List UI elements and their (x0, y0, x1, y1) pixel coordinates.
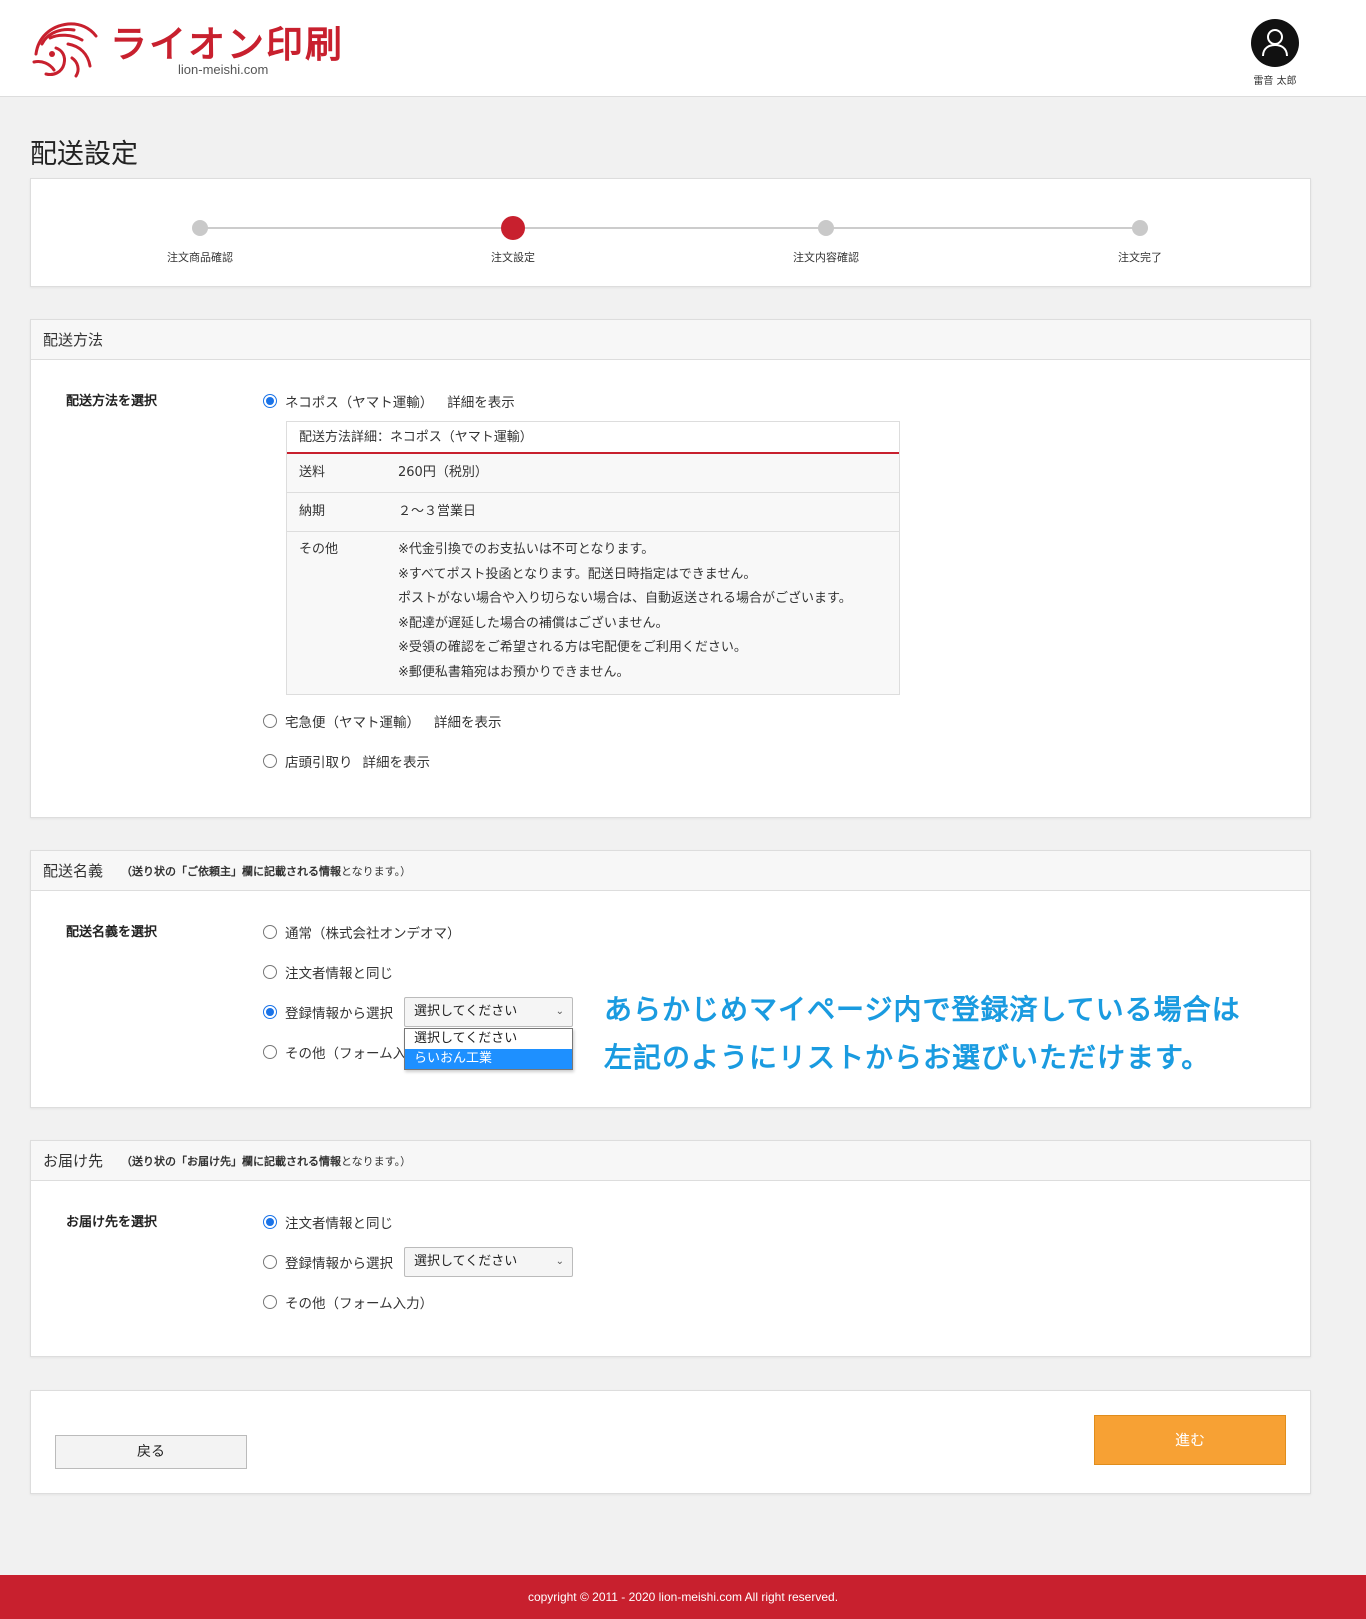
radio-button[interactable] (263, 1255, 277, 1269)
logo-text[interactable]: ライオン印刷 (110, 14, 344, 68)
option-label: その他（フォーム入力） (285, 1296, 434, 1312)
option-label: 登録情報から選択 (285, 1256, 393, 1272)
section-note: （送り状の「お届け先」欄に記載される情報となります。） (121, 1153, 411, 1169)
note-line: ※配達が遅延した場合の補償はございません。 (398, 615, 669, 631)
note-suffix: となります。） (341, 864, 412, 878)
step-3-label: 注文内容確認 (793, 251, 859, 264)
note-line: ポストがない場合や入り切らない場合は、自動返送される場合がございます。 (398, 591, 852, 607)
section-note: （送り状の「ご依頼主」欄に記載される情報となります。） (121, 863, 411, 879)
sender-dropdown-list[interactable]: 選択してください らいおん工業 (404, 1028, 573, 1070)
section-title: お届け先 (43, 1152, 104, 1170)
note-emphasis: （送り状の「ご依頼主」欄に記載される情報 (121, 864, 342, 878)
option-label: ネコポス（ヤマト運輸） (285, 395, 434, 411)
section-header: 配送名義 （送り状の「ご依頼主」欄に記載される情報となります。） (31, 851, 1310, 891)
user-avatar[interactable] (1251, 19, 1299, 67)
radio-button[interactable] (263, 394, 277, 408)
option-label: 登録情報から選択 (285, 1006, 393, 1022)
note-line: ※郵便私書箱宛はお預かりできません。 (398, 664, 630, 680)
show-details-link[interactable]: 詳細を表示 (447, 391, 515, 411)
radio-button[interactable] (263, 965, 277, 979)
shipping-option-nekopos[interactable]: ネコポス（ヤマト運輸） 詳細を表示 (263, 391, 515, 411)
note-suffix: となります。） (341, 1154, 412, 1168)
step-1-dot (192, 220, 208, 236)
note-line: ※受領の確認をご希望される方は宅配便をご利用ください。 (398, 640, 747, 656)
site-footer: copyright © 2011 - 2020 lion-meishi.com … (0, 1575, 1366, 1619)
sender-option-registered[interactable]: 登録情報から選択 (263, 1002, 393, 1022)
delivery-destination-section: お届け先 （送り状の「お届け先」欄に記載される情報となります。） お届け先を選択… (30, 1140, 1311, 1357)
destination-option-other-form[interactable]: その他（フォーム入力） (263, 1292, 433, 1312)
chevron-down-icon: ⌄ (555, 1256, 564, 1267)
annotation-callout-line1: あらかじめマイページ内で登録済している場合は (604, 993, 1241, 1026)
destination-option-registered[interactable]: 登録情報から選択 (263, 1252, 393, 1272)
radio-button[interactable] (263, 1295, 277, 1309)
section-title: 配送方法 (43, 331, 104, 349)
option-label: 注文者情報と同じ (285, 1216, 393, 1232)
radio-button[interactable] (263, 1215, 277, 1229)
detail-row-other: その他 ※代金引換でのお支払いは不可となります。 ※すべてポスト投函となります。… (287, 532, 899, 694)
section-header: 配送方法 (31, 320, 1310, 360)
lion-logo-icon[interactable] (28, 14, 102, 80)
next-button[interactable]: 進む (1094, 1415, 1286, 1465)
option-label: 宅急便（ヤマト運輸） (285, 715, 420, 731)
row-label: 配送方法を選択 (66, 394, 158, 409)
step-3-dot (818, 220, 834, 236)
note-emphasis: （送り状の「お届け先」欄に記載される情報 (121, 1154, 342, 1168)
shipping-option-takkyubin[interactable]: 宅急便（ヤマト運輸） 詳細を表示 (263, 711, 502, 731)
step-4-label: 注文完了 (1118, 251, 1162, 264)
form-actions: 戻る 進む (30, 1390, 1311, 1494)
section-header: お届け先 （送り状の「お届け先」欄に記載される情報となります。） (31, 1141, 1310, 1181)
dropdown-option[interactable]: 選択してください (405, 1029, 572, 1049)
page-title: 配送設定 (30, 139, 138, 170)
destination-option-same-as-orderer[interactable]: 注文者情報と同じ (263, 1212, 393, 1232)
shipping-detail-panel: 配送方法詳細：ネコポス（ヤマト運輸） 送料 260円（税別） 納期 ２～３営業日… (286, 421, 900, 695)
detail-row-leadtime: 納期 ２～３営業日 (287, 493, 899, 532)
detail-row-fee: 送料 260円（税別） (287, 454, 899, 493)
section-title: 配送名義 (43, 862, 104, 880)
step-2-label: 注文設定 (491, 251, 535, 264)
select-value: 選択してください (414, 1254, 518, 1269)
note-line: ※すべてポスト投函となります。配送日時指定はできません。 (398, 566, 757, 582)
show-details-link[interactable]: 詳細を表示 (363, 751, 431, 771)
option-label: 注文者情報と同じ (285, 966, 393, 982)
order-progress-stepper: 注文商品確認 注文設定 注文内容確認 注文完了 (30, 178, 1311, 287)
dropdown-option-highlighted[interactable]: らいおん工業 (405, 1049, 572, 1069)
detail-notes: ※代金引換でのお支払いは不可となります。 ※すべてポスト投函となります。配送日時… (398, 538, 852, 686)
annotation-callout-line2: 左記のようにリストからお選びいただけます。 (604, 1041, 1211, 1074)
sender-registered-select[interactable]: 選択してください ⌄ (404, 997, 573, 1027)
note-line: ※代金引換でのお支払いは不可となります。 (398, 542, 655, 557)
sender-option-same-as-orderer[interactable]: 注文者情報と同じ (263, 962, 393, 982)
user-name: 雷音 太郎 (1253, 76, 1297, 87)
detail-title: 配送方法詳細：ネコポス（ヤマト運輸） (287, 422, 899, 454)
row-label: お届け先を選択 (66, 1215, 158, 1230)
row-label: 配送名義を選択 (66, 925, 158, 940)
step-1-label: 注文商品確認 (167, 251, 233, 264)
radio-button[interactable] (263, 754, 277, 768)
option-label: 店頭引取り (285, 755, 353, 771)
show-details-link[interactable]: 詳細を表示 (434, 711, 502, 731)
step-2-dot (501, 216, 525, 240)
chevron-down-icon: ⌄ (555, 1006, 564, 1017)
option-label: 通常（株式会社オンデオマ） (285, 926, 461, 942)
detail-value: 260円（税別） (398, 465, 488, 480)
back-button[interactable]: 戻る (55, 1435, 247, 1469)
step-4-dot (1132, 220, 1148, 236)
detail-value: ２～３営業日 (398, 504, 477, 519)
radio-button[interactable] (263, 925, 277, 939)
detail-key: 納期 (299, 504, 326, 519)
select-value: 選択してください (414, 1004, 518, 1019)
detail-key: その他 (299, 542, 339, 557)
logo-domain: lion-meishi.com (178, 62, 269, 77)
site-header: ライオン印刷 lion-meishi.com 雷音 太郎 (0, 0, 1366, 97)
destination-registered-select[interactable]: 選択してください ⌄ (404, 1247, 573, 1277)
detail-key: 送料 (299, 465, 326, 480)
shipping-option-store-pickup[interactable]: 店頭引取り 詳細を表示 (263, 751, 430, 771)
radio-button[interactable] (263, 1045, 277, 1059)
user-icon (1262, 29, 1288, 57)
radio-button[interactable] (263, 1005, 277, 1019)
sender-option-default[interactable]: 通常（株式会社オンデオマ） (263, 922, 461, 942)
shipping-method-section: 配送方法 配送方法を選択 ネコポス（ヤマト運輸） 詳細を表示 配送方法詳細：ネコ… (30, 319, 1311, 818)
radio-button[interactable] (263, 714, 277, 728)
progress-line (200, 227, 1140, 229)
